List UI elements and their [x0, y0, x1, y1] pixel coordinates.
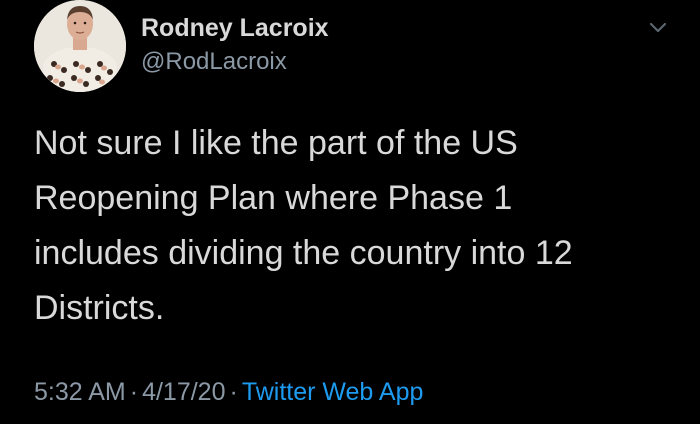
tweet-source-link[interactable]: Twitter Web App — [242, 378, 424, 406]
display-name[interactable]: Rodney Lacroix — [141, 11, 329, 45]
chevron-down-icon[interactable] — [644, 14, 672, 42]
avatar[interactable] — [34, 0, 126, 92]
user-handle[interactable]: @RodLacroix — [141, 46, 287, 78]
tweet-meta: 5:32 AM · 4/17/20 · Twitter Web App — [34, 372, 423, 412]
meta-separator: · — [229, 378, 238, 406]
tweet-time[interactable]: 5:32 AM — [34, 378, 126, 406]
tweet-text: Not sure I like the part of the US Reope… — [34, 124, 573, 327]
tweet-card: Rodney Lacroix @RodLacroix Not sure I li… — [0, 0, 700, 424]
avatar-image — [34, 0, 126, 92]
tweet-date[interactable]: 4/17/20 — [142, 378, 225, 406]
meta-separator: · — [129, 378, 139, 406]
